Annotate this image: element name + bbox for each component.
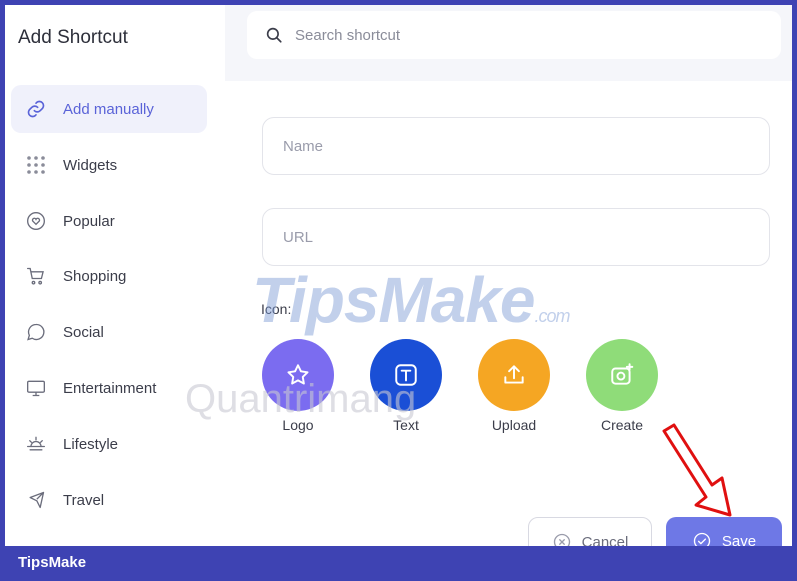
sidebar-item-lifestyle[interactable]: Lifestyle [11,420,207,468]
footer-bar: TipsMake [0,546,797,581]
sidebar-item-shopping[interactable]: Shopping [11,252,207,300]
close-circle-icon [552,532,572,546]
sidebar-item-label: Add manually [63,100,154,118]
sidebar-item-label: Social [63,323,104,341]
sidebar-item-popular[interactable]: Popular [11,197,207,245]
search-icon [263,24,285,46]
footer-brand: TipsMake [18,554,87,571]
sidebar: Add Shortcut Add manually Widgets Popula… [5,5,225,546]
sidebar-item-label: Popular [63,212,115,230]
sidebar-item-label: Shopping [63,267,127,285]
sidebar-item-label: Entertainment [63,379,157,397]
name-field[interactable]: Name [262,117,770,175]
search-placeholder: Search shortcut [295,26,401,44]
check-circle-icon [692,531,712,546]
sidebar-item-label: Travel [63,491,105,509]
name-placeholder: Name [283,137,324,155]
link-icon [25,98,47,120]
cancel-label: Cancel [581,533,629,547]
upload-icon [478,339,550,411]
icon-option-create[interactable]: Create [585,339,659,433]
icon-option-upload[interactable]: Upload [477,339,551,433]
dialog-title: Add Shortcut [18,27,128,48]
sidebar-item-entertainment[interactable]: Entertainment [11,364,207,412]
heart-icon [25,210,47,232]
url-placeholder: URL [283,228,314,246]
airplane-icon [25,489,47,511]
search-bar-area: Search shortcut [225,5,792,81]
add-shortcut-dialog: Add Shortcut Add manually Widgets Popula… [5,5,792,546]
sidebar-item-label: Lifestyle [63,435,119,453]
cancel-button[interactable]: Cancel [528,517,652,546]
sunrise-icon [25,433,47,455]
sidebar-item-social[interactable]: Social [11,308,207,356]
grid-dots-icon [25,154,47,176]
sidebar-item-add-manually[interactable]: Add manually [11,85,207,133]
chat-bubble-icon [25,321,47,343]
monitor-icon [25,377,47,399]
sidebar-item-label: Widgets [63,156,118,174]
url-field[interactable]: URL [262,208,770,266]
cart-icon [25,265,47,287]
search-input[interactable]: Search shortcut [247,11,781,59]
sidebar-item-widgets[interactable]: Widgets [11,141,207,189]
icon-option-label: Upload [491,417,537,433]
annotation-arrow-icon [662,423,732,517]
camera-plus-icon [586,339,658,411]
quantrimang-watermark: Quantrimang [185,377,417,421]
save-label: Save [721,532,757,547]
tipsmake-watermark: TipsMake.com [252,264,571,336]
icon-option-label: Create [600,417,644,433]
sidebar-item-travel[interactable]: Travel [11,476,207,524]
